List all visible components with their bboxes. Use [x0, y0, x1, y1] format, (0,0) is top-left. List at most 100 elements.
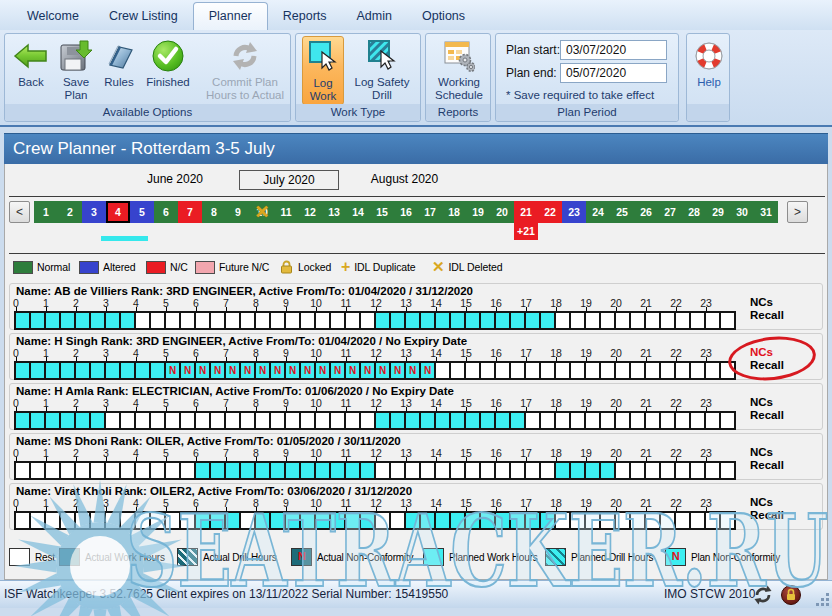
half-hour-cell[interactable] — [91, 313, 104, 328]
half-hour-cell[interactable] — [481, 513, 494, 528]
half-hour-cell[interactable] — [241, 513, 254, 528]
day-17[interactable]: 17 — [418, 201, 442, 223]
tab-admin[interactable]: Admin — [342, 3, 407, 30]
half-hour-cell[interactable] — [151, 513, 164, 528]
half-hour-cell[interactable] — [541, 463, 554, 478]
finished-button[interactable]: Finished — [139, 36, 197, 89]
half-hour-cell[interactable] — [526, 463, 539, 478]
half-hour-cell[interactable] — [301, 413, 314, 428]
half-hour-cell[interactable] — [721, 463, 734, 478]
plan-end-input[interactable] — [560, 63, 667, 83]
half-hour-cell[interactable] — [541, 313, 554, 328]
half-hour-cell[interactable] — [436, 363, 449, 378]
half-hour-cell[interactable] — [31, 363, 44, 378]
half-hour-cell[interactable] — [391, 463, 404, 478]
day-22[interactable]: 22 — [538, 201, 562, 223]
half-hour-cell[interactable]: N — [271, 363, 284, 378]
half-hour-cell[interactable] — [691, 313, 704, 328]
half-hour-cell[interactable]: N — [331, 363, 344, 378]
half-hour-cell[interactable] — [286, 463, 299, 478]
day-5[interactable]: 5 — [130, 201, 154, 223]
half-hour-cell[interactable] — [691, 513, 704, 528]
half-hour-cell[interactable] — [331, 513, 344, 528]
half-hour-cell[interactable] — [331, 313, 344, 328]
half-hour-cell[interactable] — [496, 363, 509, 378]
next-month-button[interactable]: > — [787, 201, 808, 223]
half-hour-cell[interactable] — [376, 513, 389, 528]
half-hour-cell[interactable] — [646, 363, 659, 378]
half-hour-cell[interactable] — [166, 313, 179, 328]
half-hour-cell[interactable] — [691, 363, 704, 378]
resize-grip[interactable] — [816, 593, 830, 607]
half-hour-cell[interactable] — [46, 463, 59, 478]
half-hour-cell[interactable] — [451, 363, 464, 378]
half-hour-cell[interactable] — [91, 463, 104, 478]
tab-planner[interactable]: Planner — [193, 2, 268, 30]
half-hour-cell[interactable] — [661, 313, 674, 328]
plan-start-input[interactable] — [560, 40, 667, 60]
half-hour-cell[interactable] — [451, 413, 464, 428]
ncs-label[interactable]: NCs — [750, 446, 784, 459]
lock-status-icon[interactable] — [780, 584, 802, 606]
half-hour-cell[interactable] — [316, 413, 329, 428]
half-hour-cell[interactable] — [16, 413, 29, 428]
day-3[interactable]: 3 — [82, 201, 106, 223]
half-hour-cell[interactable] — [181, 413, 194, 428]
half-hour-cell[interactable] — [556, 313, 569, 328]
recall-label[interactable]: Recall — [750, 309, 784, 322]
half-hour-cell[interactable] — [361, 463, 374, 478]
half-hour-cell[interactable] — [16, 363, 29, 378]
day-31[interactable]: 31 — [754, 201, 778, 223]
day-6[interactable]: 6 — [154, 201, 178, 223]
half-hour-cell[interactable]: N — [286, 363, 299, 378]
half-hour-cell[interactable] — [706, 413, 719, 428]
half-hour-cell[interactable] — [331, 463, 344, 478]
ncs-recall[interactable]: NCsRecall — [750, 446, 784, 472]
day-21[interactable]: 21 — [514, 201, 538, 223]
half-hour-cell[interactable] — [301, 513, 314, 528]
half-hour-cell[interactable] — [676, 363, 689, 378]
half-hour-cell[interactable] — [121, 413, 134, 428]
month-tab-august[interactable]: August 2020 — [357, 170, 452, 188]
half-hour-cell[interactable] — [211, 313, 224, 328]
log-work-button[interactable]: Log Work — [302, 36, 344, 105]
half-hour-cell[interactable] — [91, 363, 104, 378]
half-hour-cell[interactable] — [421, 413, 434, 428]
half-hour-cell[interactable] — [421, 313, 434, 328]
half-hour-cell[interactable] — [436, 413, 449, 428]
day-29[interactable]: 29 — [706, 201, 730, 223]
half-hour-cell[interactable] — [196, 413, 209, 428]
half-hour-cell[interactable] — [676, 463, 689, 478]
half-hour-cell[interactable] — [526, 363, 539, 378]
half-hour-cell[interactable] — [286, 513, 299, 528]
half-hour-cell[interactable] — [226, 463, 239, 478]
log-safety-drill-button[interactable]: Log Safety Drill — [348, 36, 416, 102]
half-hour-cell[interactable] — [61, 463, 74, 478]
half-hour-cell[interactable] — [61, 413, 74, 428]
half-hour-cell[interactable] — [61, 313, 74, 328]
half-hour-cell[interactable] — [706, 313, 719, 328]
half-hour-cell[interactable] — [46, 363, 59, 378]
half-hour-cell[interactable] — [301, 313, 314, 328]
half-hour-cell[interactable]: N — [346, 363, 359, 378]
half-hour-cell[interactable] — [211, 513, 224, 528]
half-hour-cell[interactable] — [301, 463, 314, 478]
half-hour-cell[interactable] — [361, 313, 374, 328]
half-hour-cell[interactable] — [196, 513, 209, 528]
half-hour-cell[interactable] — [466, 313, 479, 328]
half-hour-cell[interactable] — [481, 363, 494, 378]
half-hour-cell[interactable] — [211, 413, 224, 428]
half-hour-cell[interactable] — [181, 313, 194, 328]
half-hour-cell[interactable] — [226, 513, 239, 528]
half-hour-cell[interactable] — [376, 463, 389, 478]
half-hour-cell[interactable] — [136, 363, 149, 378]
half-hour-cell[interactable]: N — [166, 363, 179, 378]
half-hour-cell[interactable] — [166, 463, 179, 478]
half-hour-cell[interactable] — [76, 313, 89, 328]
half-hour-cell[interactable] — [151, 413, 164, 428]
half-hour-cell[interactable] — [106, 313, 119, 328]
half-hour-cell[interactable] — [496, 313, 509, 328]
half-hour-cell[interactable] — [496, 413, 509, 428]
half-hour-cell[interactable] — [646, 413, 659, 428]
tab-crew-listing[interactable]: Crew Listing — [94, 3, 193, 30]
